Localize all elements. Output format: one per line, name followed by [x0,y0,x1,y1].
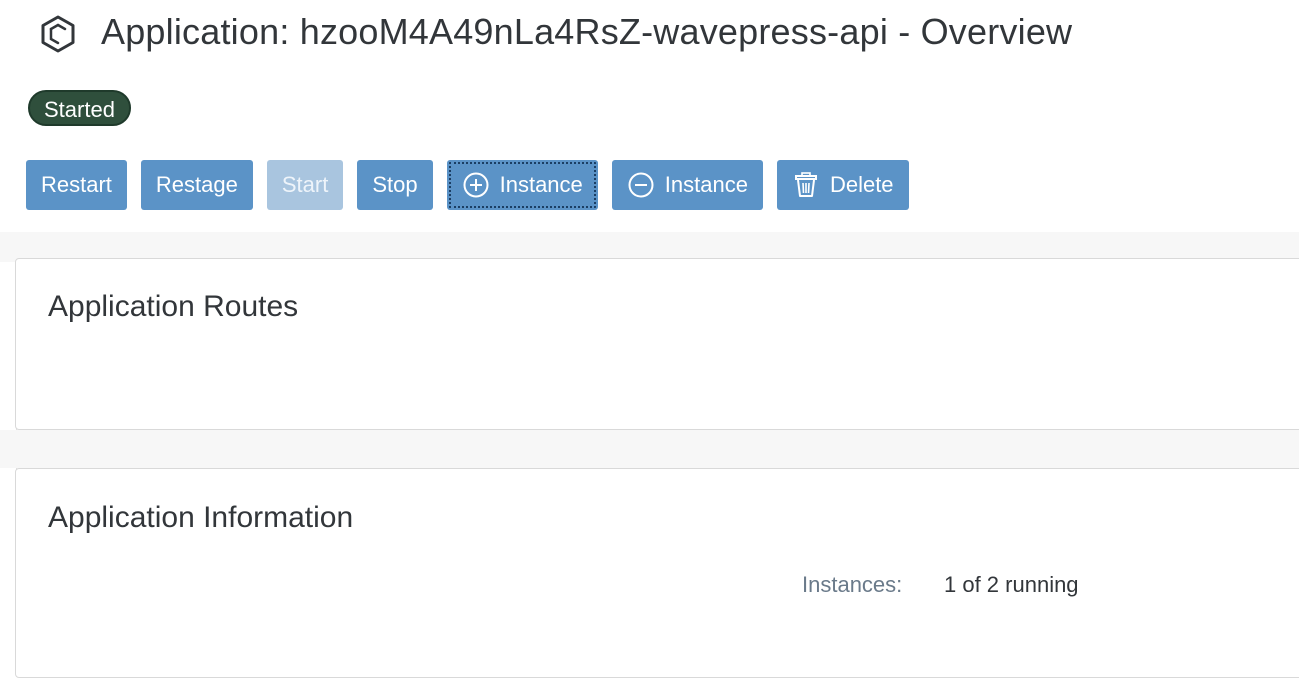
instances-label: Instances: [802,572,903,597]
add-circle-icon [462,171,490,199]
action-toolbar: Restart Restage Start Stop Instance Inst… [26,160,909,210]
remove-circle-icon [627,171,655,199]
restart-button[interactable]: Restart [26,160,127,210]
delete-button-label: Delete [829,172,894,197]
application-information-panel: Application Information Instances: 1 of … [15,468,1299,678]
restage-button[interactable]: Restage [140,160,253,210]
remove-instance-button-label: Instance [664,172,748,197]
trash-icon [792,171,820,199]
stop-button[interactable]: Stop [357,160,433,210]
add-instance-button[interactable]: Instance [446,160,598,210]
application-routes-title: Application Routes [48,290,299,323]
stop-button-label: Stop [372,172,418,197]
application-hexagon-icon [38,14,78,54]
instances-value: 1 of 2 running [944,572,1079,597]
start-button[interactable]: Start [266,160,344,210]
status-badge: Started [28,90,131,126]
application-information-title: Application Information [48,501,354,534]
restart-button-label: Restart [41,172,112,197]
remove-instance-button[interactable]: Instance [611,160,763,210]
restage-button-label: Restage [155,172,238,197]
section-divider [0,430,1299,468]
page-header: Application: hzooM4A49nLa4RsZ-wavepress-… [16,0,1299,232]
add-instance-button-label: Instance [499,172,583,197]
application-routes-panel: Application Routes [15,258,1299,430]
page-title: Application: hzooM4A49nLa4RsZ-wavepress-… [101,11,1073,52]
start-button-label: Start [281,172,329,197]
delete-button[interactable]: Delete [776,160,909,210]
